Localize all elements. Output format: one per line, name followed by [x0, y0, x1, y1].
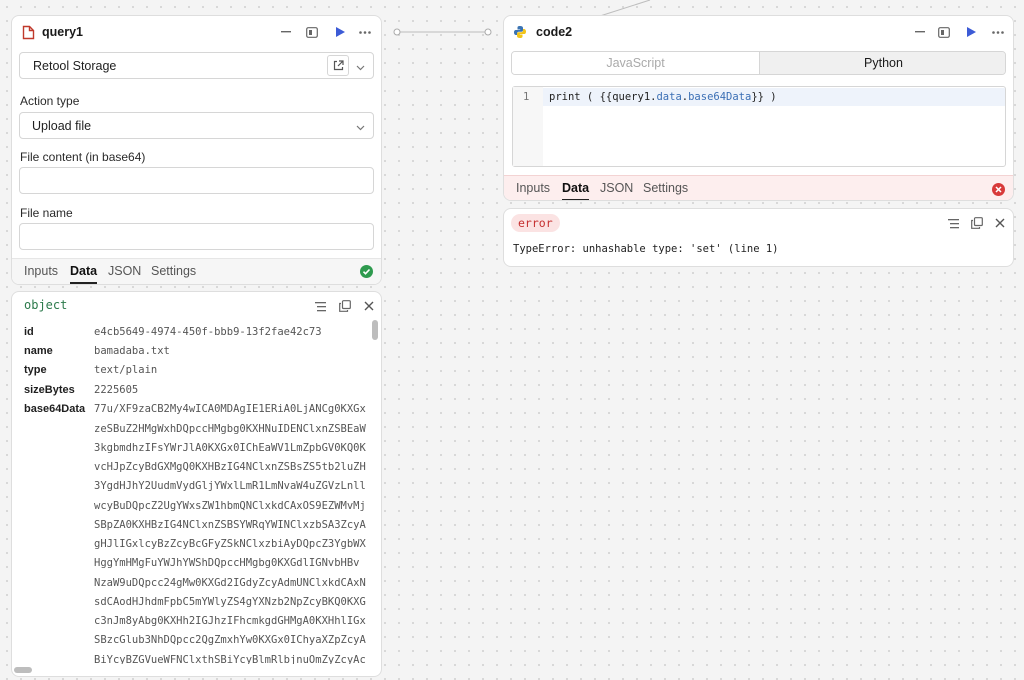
output-panel: object id e4cb5649-4974-450f-bbb9-13f2fa… — [11, 291, 382, 677]
more-options-icon[interactable] — [357, 24, 373, 40]
query1-title[interactable]: query1 — [42, 25, 83, 39]
tab-settings[interactable]: Settings — [151, 264, 196, 278]
panel-toggle-icon[interactable] — [304, 24, 320, 40]
resource-select[interactable]: Retool Storage — [19, 52, 374, 79]
language-switcher: JavaScript Python — [511, 51, 1006, 75]
query1-panel: query1 Retool Storage Action type Upload… — [11, 15, 382, 285]
open-resource-button[interactable] — [327, 55, 349, 76]
tab-inputs[interactable]: Inputs — [516, 181, 550, 195]
horizontal-scrollbar[interactable] — [14, 667, 32, 673]
run-icon[interactable] — [332, 24, 348, 40]
code2-panel: code2 JavaScript Python 1 print ( {{quer… — [503, 15, 1014, 201]
vertical-scrollbar[interactable] — [372, 320, 378, 340]
code-token: data — [656, 91, 682, 103]
error-panel: error TypeError: unhashable type: 'set' … — [503, 208, 1014, 267]
tab-data[interactable]: Data — [70, 264, 98, 284]
minimize-icon[interactable] — [278, 24, 294, 40]
language-python[interactable]: Python — [759, 52, 1005, 74]
base64-value: 77u/XF9zaCB2My4wICA0MDAgIE1ERiA0LjANCg0K… — [12, 292, 370, 664]
close-icon[interactable] — [992, 215, 1008, 231]
error-status-icon — [992, 183, 1005, 196]
copy-icon[interactable] — [969, 215, 985, 231]
code-editor[interactable]: 1 print ( {{query1.data.base64Data}} ) — [512, 86, 1006, 167]
panel-toggle-icon[interactable] — [936, 24, 952, 40]
query1-header: query1 — [12, 16, 381, 48]
success-status-icon — [360, 265, 373, 278]
action-type-label: Action type — [20, 94, 80, 108]
error-message: TypeError: unhashable type: 'set' (line … — [513, 243, 779, 255]
base64-line: gHJlIGxlcyBzZcyBcGFyZSkNClxzbiAyDQpcZ3Yg… — [94, 538, 366, 550]
code-token: print ( {{ — [549, 91, 613, 103]
base64-line: SBzcGlub3NhDQpcc2QgZmxhYw0KXGx0IChyaXZpZ… — [94, 634, 366, 646]
base64-line: wcyBuDQpcZ2UgYWxsZW1hbmQNClxkdCAxOS9EZWM… — [94, 500, 366, 512]
code-token: base64Data — [688, 91, 752, 103]
action-type-value: Upload file — [32, 119, 92, 133]
file-content-label: File content (in base64) — [20, 150, 146, 164]
line-number: 1 — [523, 91, 530, 103]
action-type-select[interactable]: Upload file — [19, 112, 374, 139]
file-name-label: File name — [20, 206, 73, 220]
external-link-icon — [333, 60, 344, 71]
storage-file-icon — [20, 24, 36, 40]
file-name-input[interactable] — [19, 223, 374, 250]
language-javascript[interactable]: JavaScript — [512, 52, 759, 74]
base64-line: 3YgdHJhY2UudmVydGljYWxlLmR1LmNvaW4uZGVzL… — [94, 480, 366, 492]
code2-header: code2 — [504, 16, 1013, 48]
base64-line: BiYcyBZGVueWFNClxthSBiYcyBlmRlbjnuOmZyZc… — [94, 654, 366, 664]
base64-line: sdCAodHJhdmFpbC5mYWlyZS4gYXNzb2NpZcyBKQ0… — [94, 596, 366, 608]
base64-line: 77u/XF9zaCB2My4wICA0MDAgIE1ERiA0LjANCg0K… — [94, 403, 366, 415]
chevron-down-icon[interactable] — [356, 60, 365, 74]
tab-data[interactable]: Data — [562, 181, 590, 200]
base64-line: c3nJm8yAbg0KXHh2IGJhzIFhcmkgdGHMgA0KXHhl… — [94, 615, 366, 627]
base64-line: NzaW9uDQpcc24gMw0KXGd2IGdyZcyAdmUNClxkdC… — [94, 577, 366, 589]
file-content-input[interactable] — [19, 167, 374, 194]
base64-line: zeSBuZ2HMgWxhDQpccHMgbg0KXHNuIDENClxnZSB… — [94, 423, 366, 435]
code-line: print ( {{query1.data.base64Data}} ) — [549, 91, 777, 103]
tab-json[interactable]: JSON — [108, 264, 141, 278]
code-token: }} ) — [751, 91, 777, 103]
base64-line: 3kgbmdhzIFsYWrJlA0KXGx0IChEaWV1LmZpbGV0K… — [94, 442, 366, 454]
line-gutter: 1 — [513, 87, 543, 166]
more-options-icon[interactable] — [990, 24, 1006, 40]
code2-title[interactable]: code2 — [536, 25, 572, 39]
tab-settings[interactable]: Settings — [643, 181, 688, 195]
query1-tabs: Inputs Data JSON Settings — [12, 258, 381, 284]
base64-line: HggYmHMgFuYWJhYWShDQpccHMgbg0KXGdlIGNvbH… — [94, 557, 360, 569]
resource-name: Retool Storage — [33, 59, 117, 73]
code-token: query1 — [612, 91, 651, 103]
code2-tabs: Inputs Data JSON Settings — [504, 175, 1013, 200]
error-badge: error — [511, 214, 560, 232]
base64-line: vcHJpZcyBdGXMgQ0KXHBzIG4NClxnZSBsZS5tb2l… — [94, 461, 366, 473]
tab-json[interactable]: JSON — [600, 181, 633, 195]
base64-line: SBpZA0KXHBzIG4NClxnZSBSYWRqYWINClxzbSA3Z… — [94, 519, 366, 531]
minimize-icon[interactable] — [912, 24, 928, 40]
format-icon[interactable] — [946, 215, 962, 231]
tab-inputs[interactable]: Inputs — [24, 264, 58, 278]
chevron-down-icon — [356, 120, 365, 134]
python-icon — [512, 24, 528, 40]
run-icon[interactable] — [963, 24, 979, 40]
